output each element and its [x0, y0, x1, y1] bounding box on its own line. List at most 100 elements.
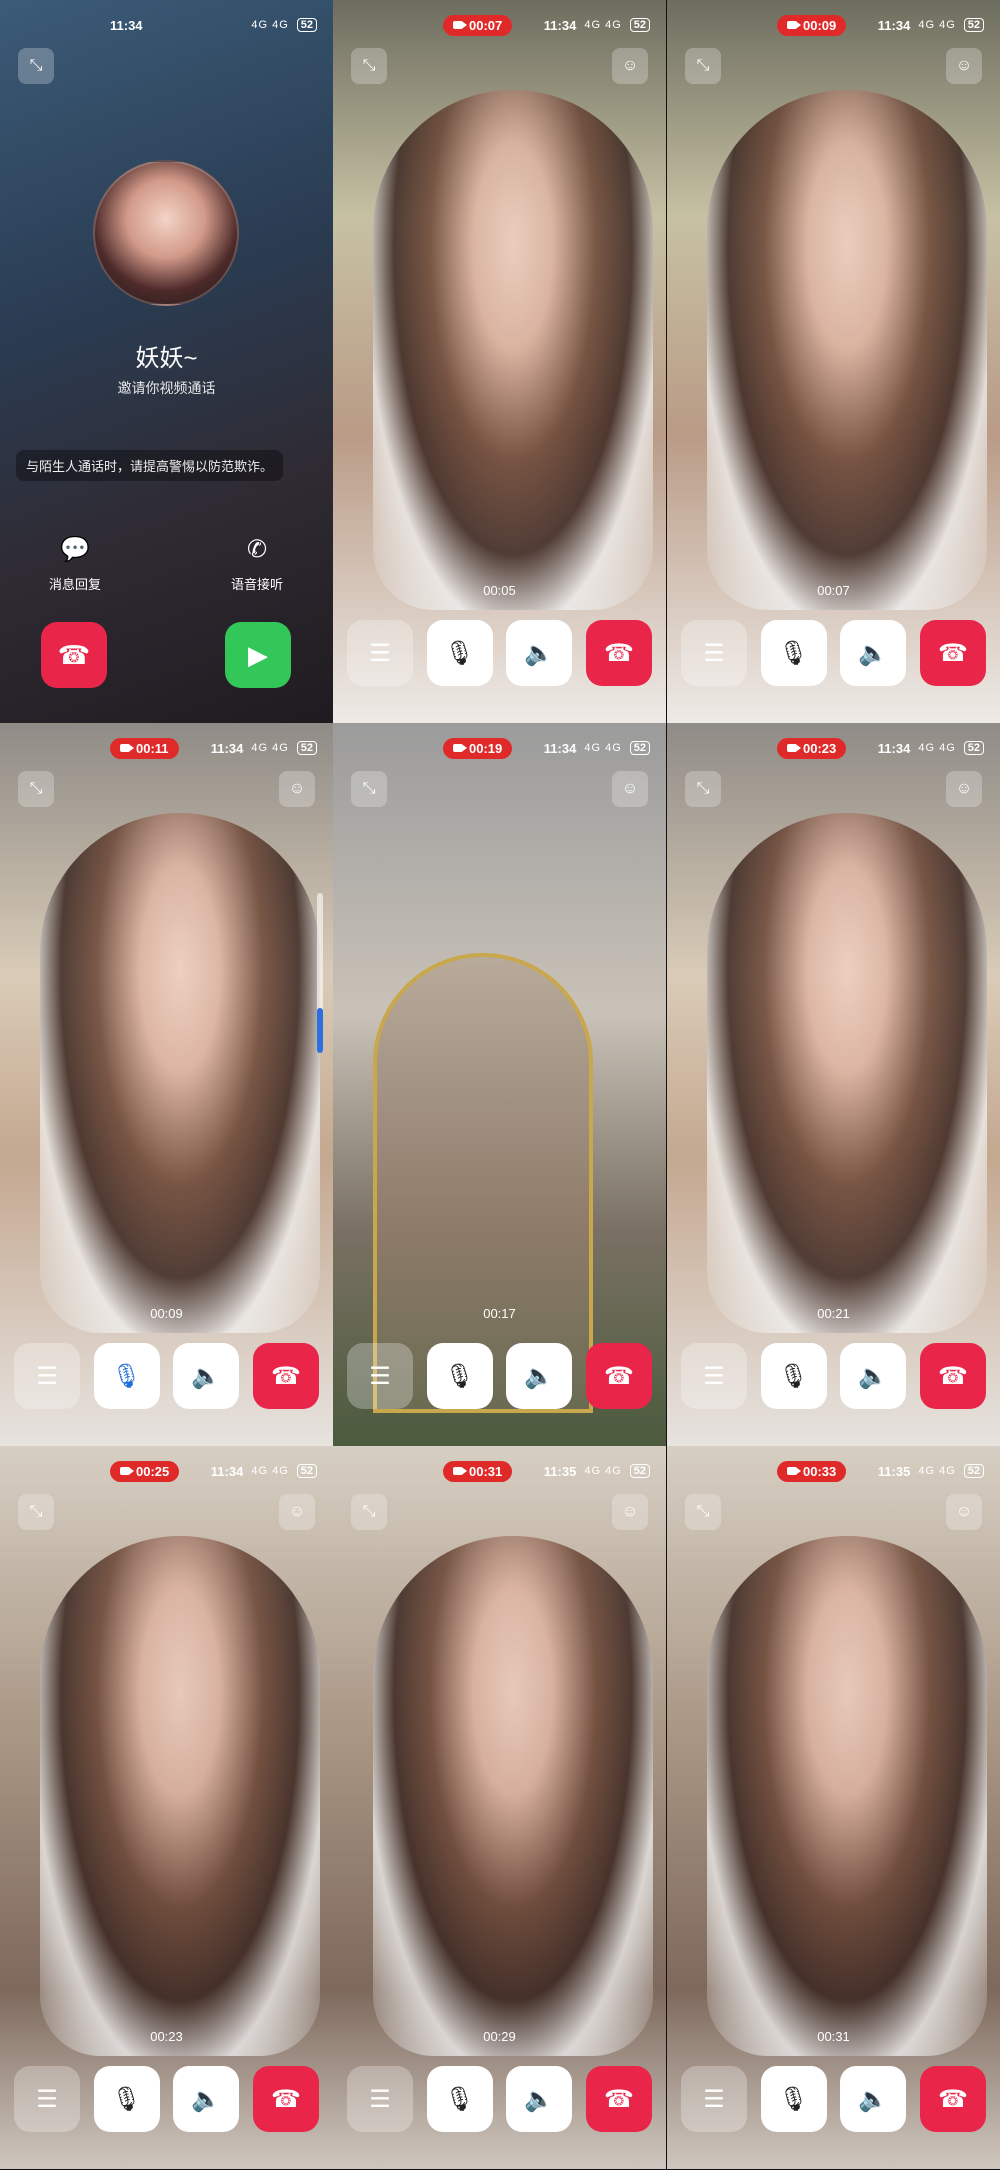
- minimize-button[interactable]: ⤡: [351, 1494, 387, 1530]
- minimize-button[interactable]: ⤡: [685, 48, 721, 84]
- call-timer: 00:09: [150, 1306, 183, 1321]
- minimize-button[interactable]: ⤡: [685, 1494, 721, 1530]
- minimize-button[interactable]: ⤡: [351, 48, 387, 84]
- collapse-icon: ⤡: [696, 1503, 710, 1520]
- more-menu-button[interactable]: ☰: [681, 1343, 747, 1409]
- beauty-face-icon: ☺: [955, 57, 973, 74]
- speaker-button[interactable]: 🔈: [173, 2066, 240, 2132]
- battery-icon: 52: [296, 741, 317, 755]
- signal-icon: 4G 4G: [918, 742, 956, 754]
- status-bar: 00:25 11:34 4G 4G 52: [0, 1458, 333, 1484]
- microphone-button[interactable]: 🎙: [760, 2066, 827, 2132]
- minimize-button[interactable]: ⤡: [685, 771, 721, 807]
- microphone-button[interactable]: 🎙: [426, 1343, 493, 1409]
- hang-up-icon: ☎: [604, 2085, 634, 2113]
- reply-message-button[interactable]: 💬 消息回复: [15, 535, 135, 593]
- minimize-button[interactable]: ⤡: [351, 771, 387, 807]
- hang-up-icon: ☎: [604, 1362, 634, 1390]
- speaker-button[interactable]: 🔈: [840, 620, 907, 686]
- volume-slider[interactable]: [317, 893, 323, 1053]
- more-menu-button[interactable]: ☰: [14, 1343, 80, 1409]
- speaker-icon: 🔈: [858, 2085, 889, 2113]
- end-call-button[interactable]: ☎: [585, 2066, 652, 2132]
- speaker-button[interactable]: 🔈: [173, 1343, 240, 1409]
- speaker-button[interactable]: 🔈: [840, 1343, 907, 1409]
- collapse-icon: ⤡: [29, 780, 43, 797]
- end-call-button[interactable]: ☎: [252, 2066, 319, 2132]
- call-timer: 00:05: [483, 583, 516, 598]
- call-invitation-text: 邀请你视频通话: [117, 380, 216, 396]
- beauty-filter-button[interactable]: ☺: [612, 48, 648, 84]
- status-bar: 00:31 11:35 4G 4G 52: [333, 1458, 666, 1484]
- battery-icon: 52: [963, 18, 984, 32]
- more-menu-button[interactable]: ☰: [347, 1343, 413, 1409]
- microphone-button[interactable]: 🎙: [93, 2066, 160, 2132]
- video-camera-icon: ▶: [248, 639, 268, 670]
- recording-badge: 00:31: [443, 1460, 513, 1482]
- speaker-button[interactable]: 🔈: [506, 2066, 573, 2132]
- screenshot-grid: 11:34 4G 4G 52 ⤡ 妖妖~ 邀请你视频通话 与陌生人通话时，请提高…: [0, 0, 1000, 2170]
- status-time: 11:34: [877, 17, 911, 33]
- menu-icon: ☰: [703, 1362, 725, 1390]
- recording-badge: 00:33: [777, 1460, 847, 1482]
- record-camera-icon: [787, 1467, 801, 1475]
- recording-badge: 00:19: [443, 737, 513, 759]
- speaker-button[interactable]: 🔈: [506, 620, 573, 686]
- status-time: 11:34: [210, 1463, 244, 1479]
- accept-video-button[interactable]: ▶: [225, 622, 291, 688]
- hang-up-icon: ☎: [938, 639, 968, 667]
- microphone-icon: 🎙: [111, 1362, 142, 1390]
- beauty-filter-button[interactable]: ☺: [946, 48, 982, 84]
- minimize-button[interactable]: ⤡: [18, 771, 54, 807]
- beauty-filter-button[interactable]: ☺: [946, 1494, 982, 1530]
- more-menu-button[interactable]: ☰: [681, 2066, 747, 2132]
- record-camera-icon: [453, 21, 467, 29]
- collapse-icon: ⤡: [29, 1503, 43, 1520]
- status-time: 11:34: [110, 17, 143, 33]
- status-time: 11:35: [877, 1463, 911, 1479]
- volume-slider-thumb[interactable]: [317, 1008, 323, 1053]
- collapse-icon: ⤡: [362, 780, 376, 797]
- more-menu-button[interactable]: ☰: [347, 620, 413, 686]
- end-call-button[interactable]: ☎: [252, 1343, 319, 1409]
- beauty-filter-button[interactable]: ☺: [612, 1494, 648, 1530]
- minimize-button[interactable]: ⤡: [18, 1494, 54, 1530]
- microphone-button[interactable]: 🎙: [93, 1343, 160, 1409]
- end-call-button[interactable]: ☎: [585, 1343, 652, 1409]
- signal-icon: 4G 4G: [584, 19, 622, 31]
- call-controls: ☰ 🎙 🔈 ☎: [14, 1343, 319, 1409]
- beauty-filter-button[interactable]: ☺: [279, 771, 315, 807]
- record-camera-icon: [453, 1467, 467, 1475]
- end-call-button[interactable]: ☎: [585, 620, 652, 686]
- microphone-icon: 🎙: [444, 2085, 475, 2113]
- speaker-button[interactable]: 🔈: [506, 1343, 573, 1409]
- microphone-button[interactable]: 🎙: [426, 620, 493, 686]
- microphone-button[interactable]: 🎙: [760, 1343, 827, 1409]
- hang-up-icon: ☎: [271, 2085, 301, 2113]
- minimize-button[interactable]: ⤡: [18, 48, 54, 84]
- more-menu-button[interactable]: ☰: [681, 620, 747, 686]
- speaker-button[interactable]: 🔈: [840, 2066, 907, 2132]
- beauty-filter-button[interactable]: ☺: [946, 771, 982, 807]
- voice-answer-button[interactable]: ✆ 语音接听: [197, 535, 317, 593]
- collapse-icon: ⤡: [696, 780, 710, 797]
- status-time: 11:34: [543, 740, 577, 756]
- beauty-face-icon: ☺: [621, 57, 639, 74]
- beauty-filter-button[interactable]: ☺: [279, 1494, 315, 1530]
- end-call-button[interactable]: ☎: [919, 1343, 986, 1409]
- caller-name: 妖妖~: [135, 345, 198, 372]
- end-call-button[interactable]: ☎: [919, 2066, 986, 2132]
- message-icon: 💬: [60, 536, 90, 563]
- battery-icon: 52: [963, 741, 984, 755]
- beauty-face-icon: ☺: [288, 780, 306, 797]
- remote-video-feed: [40, 813, 320, 1333]
- more-menu-button[interactable]: ☰: [14, 2066, 80, 2132]
- microphone-button[interactable]: 🎙: [760, 620, 827, 686]
- microphone-button[interactable]: 🎙: [426, 2066, 493, 2132]
- beauty-filter-button[interactable]: ☺: [612, 771, 648, 807]
- signal-icon: 4G 4G: [251, 19, 289, 31]
- end-call-button[interactable]: ☎: [919, 620, 986, 686]
- decline-button[interactable]: ☎: [41, 622, 107, 688]
- more-menu-button[interactable]: ☰: [347, 2066, 413, 2132]
- battery-icon: 52: [629, 741, 650, 755]
